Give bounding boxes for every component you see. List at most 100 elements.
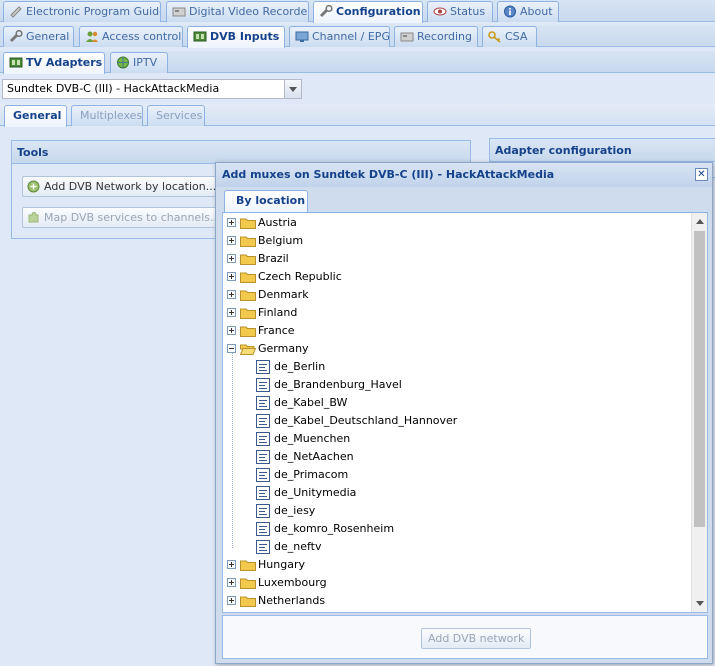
tab-dvb-inputs[interactable]: DVB Inputs [187,26,285,48]
close-icon[interactable]: ✕ [695,168,708,181]
expand-icon[interactable] [227,218,236,227]
tree-node-label: Austria [258,216,297,229]
adapter-select-value: Sundtek DVB-C (III) - HackAttackMedia [7,82,220,95]
tree-node-label: de_Muenchen [274,432,351,445]
folder-icon [240,290,256,301]
tab-label: Digital Video Recorder [189,5,309,18]
tab-label: General [13,109,62,122]
tab-label: Status [450,5,486,18]
tree-node-label: de_neftv [274,540,322,553]
tree-node-label: Luxembourg [258,576,327,589]
tab-digital-video-recorder[interactable]: Digital Video Recorder [166,1,309,22]
add-icon [27,180,40,193]
tab-status[interactable]: Status [427,1,493,22]
expand-icon[interactable] [227,596,236,605]
location-tree: Austria Belgium Brazil Czech Republic Denmar… [222,213,708,613]
network-file-icon [256,450,270,464]
collapse-icon[interactable] [227,344,236,353]
dialog-header: Add muxes on Sundtek DVB-C (III) - HackA… [216,163,712,187]
tab-services[interactable]: Services [147,105,205,126]
tab-general[interactable]: General [3,26,74,47]
tree-node-label: de_Kabel_Deutschland_Hannover [274,414,458,427]
network-file-icon [256,540,270,554]
tab-adapter-general[interactable]: General [4,105,67,127]
network-file-icon [256,414,270,428]
tab-iptv[interactable]: IPTV [110,52,168,73]
tab-label: Access control [102,30,182,43]
network-file-icon [256,522,270,536]
button-label: Add DVB network [428,632,525,645]
wrench-icon [9,30,23,43]
tab-channel-epg[interactable]: Channel / EPG [289,26,390,47]
expand-icon[interactable] [227,236,236,245]
tree-scrollbar[interactable] [691,213,707,612]
tab-by-location[interactable]: By location [224,190,308,212]
network-file-icon [256,396,270,410]
chevron-down-icon[interactable] [284,80,301,98]
expand-icon[interactable] [227,272,236,281]
expand-icon[interactable] [227,578,236,587]
tree-node-label: France [258,324,295,337]
info-icon [504,5,516,18]
tab-label: By location [236,194,306,207]
network-file-icon [256,378,270,392]
button-label: Add DVB Network by location... [44,180,217,193]
globe-icon [117,56,129,69]
adapter-configuration-title: Adapter configuration [490,139,715,162]
tab-csa[interactable]: CSA [482,26,537,47]
tree-node-label: Belgium [258,234,304,247]
button-label: Map DVB services to channels... [44,211,221,224]
tab-label: Electronic Program Guide [26,5,161,18]
tab-label: Services [156,109,203,122]
adapter-select[interactable]: Sundtek DVB-C (III) - HackAttackMedia [2,79,302,99]
dialog-footer: Add DVB network [222,615,708,659]
scroll-up-icon[interactable] [696,215,704,224]
tree-node-label: de_Kabel_BW [274,396,348,409]
config-tabbar: General Access control DVB Inputs Channe… [0,25,715,48]
network-file-icon [256,432,270,446]
dialog-title: Add muxes on Sundtek DVB-C (III) - HackA… [222,168,555,181]
tree-node-label: Germany [258,342,309,355]
tree-node-label: de_Primacom [274,468,349,481]
tab-multiplexes[interactable]: Multiplexes [71,105,143,126]
tv-guide-icon [10,6,22,18]
tab-label: Configuration [336,5,421,18]
folder-icon [240,578,256,589]
add-dvb-network-button[interactable]: Add DVB Network by location... [22,176,224,197]
adapter-tabbar: General Multiplexes Services [0,104,715,127]
tab-recording[interactable]: Recording [394,26,478,47]
folder-icon [240,326,256,337]
tv-icon [295,31,309,42]
map-dvb-services-button[interactable]: Map DVB services to channels... [22,207,228,228]
tab-configuration[interactable]: Configuration [313,1,423,23]
expand-icon[interactable] [227,326,236,335]
tree-node-label: Denmark [258,288,309,301]
network-file-icon [256,504,270,518]
tools-panel-title: Tools [12,141,470,164]
tree-node-label: de_NetAachen [274,450,354,463]
tab-electronic-program-guide[interactable]: Electronic Program Guide [3,1,161,22]
folder-icon [240,254,256,265]
expand-icon[interactable] [227,308,236,317]
scroll-thumb[interactable] [694,231,705,527]
scroll-down-icon[interactable] [696,601,704,610]
tree-node-label: de_Unitymedia [274,486,357,499]
tab-about[interactable]: About [497,1,559,22]
tab-access-control[interactable]: Access control [79,26,183,47]
wrench-icon [319,5,333,18]
tree-node-label: Netherlands [258,594,326,607]
tree-node-label: de_Berlin [274,360,326,373]
tree-node-label: de_iesy [274,504,316,517]
add-muxes-dialog: Add muxes on Sundtek DVB-C (III) - HackA… [215,162,713,664]
expand-icon[interactable] [227,254,236,263]
network-file-icon [256,486,270,500]
network-file-icon [256,468,270,482]
expand-icon[interactable] [227,560,236,569]
add-dvb-network-submit-button[interactable]: Add DVB network [421,628,532,649]
expand-icon[interactable] [227,290,236,299]
tree-node-label: Czech Republic [258,270,342,283]
tuner-icon [9,57,23,68]
tab-label: Recording [417,30,473,43]
tab-tv-adapters[interactable]: TV Adapters [3,52,105,74]
tab-label: CSA [505,30,528,43]
